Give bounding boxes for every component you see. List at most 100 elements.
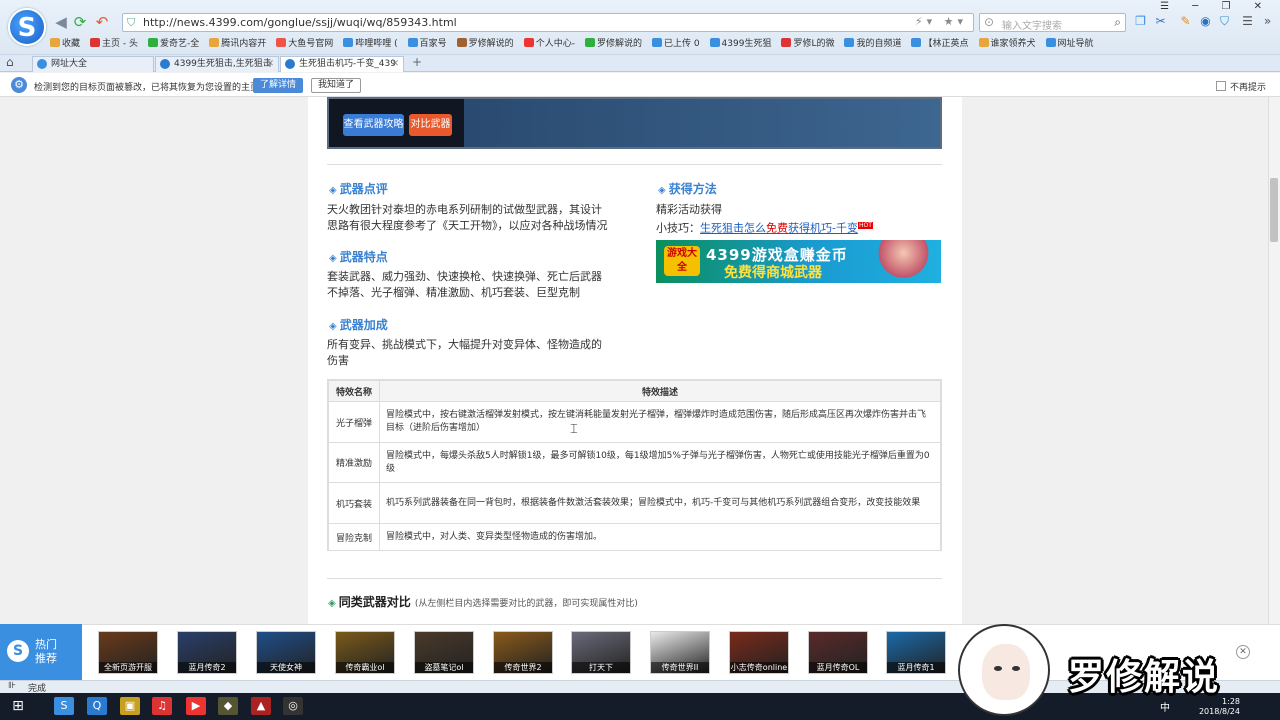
ime-indicator[interactable]: 中 — [1160, 699, 1170, 714]
game-tile[interactable]: 打天下 — [571, 631, 631, 674]
favorite-item[interactable]: 腾讯内容开 — [209, 36, 266, 49]
shield-guard-icon[interactable]: ⛉ — [1217, 14, 1232, 29]
more-icon[interactable]: » — [1260, 14, 1275, 29]
favorite-icon — [209, 38, 220, 47]
sogou-browser-icon[interactable]: S — [54, 697, 74, 715]
game-label: 小志传奇online — [730, 662, 788, 673]
favorite-item[interactable]: 已上传 0 — [651, 36, 700, 49]
game-tile[interactable]: 小志传奇online — [729, 631, 789, 674]
game-tile[interactable]: 传奇世界2 — [493, 631, 553, 674]
table-row: 光子榴弹 冒险模式中，按右键激活榴弹发射模式，按左键消耗能量发射光子榴弹，榴弹爆炸… — [328, 401, 941, 443]
game-tile[interactable]: 蓝月传奇1 — [886, 631, 946, 674]
game-label: 全新页游开服 — [99, 662, 157, 673]
refresh-icon[interactable]: ⟳ — [71, 13, 89, 31]
windows-start-icon[interactable]: ⊞ — [8, 697, 28, 715]
table-row: 冒险克制 冒险模式中，对人类、变异类型怪物造成的伤害增加。 — [328, 523, 941, 551]
favorite-item[interactable]: 我的自频道 — [844, 36, 901, 49]
weapon-guide-button[interactable]: 查看武器攻略 — [343, 114, 404, 136]
favorite-item[interactable]: 罗修解说的 — [456, 36, 514, 49]
s-logo-icon: S — [7, 640, 29, 662]
game-tile[interactable]: 盗墓笔记ol — [414, 631, 474, 674]
game-tile[interactable]: 传奇世界II — [650, 631, 710, 674]
home-icon[interactable]: ⌂ — [6, 55, 14, 69]
tab-bar: ⌂ 网址大全 4399生死狙击,生死狙击 ✕ 生死狙击机巧-千变_439 ✕ + — [0, 55, 1280, 72]
favorite-item[interactable]: 个人中心- — [523, 36, 575, 49]
diamond-icon: ◈ — [329, 253, 337, 264]
favorite-item[interactable]: 收藏 — [50, 36, 80, 49]
tip-link[interactable]: 生死狙击怎么免费获得机巧-千变 — [700, 222, 858, 235]
game-tile[interactable]: 蓝月传奇2 — [177, 631, 237, 674]
obs-icon[interactable]: ◎ — [283, 697, 303, 715]
wrench-icon[interactable]: ✎ — [1178, 14, 1193, 29]
tab-nav[interactable]: 网址大全 — [32, 56, 154, 72]
got-it-button[interactable]: 我知道了 — [311, 78, 361, 93]
status-icon: ⊪ — [8, 681, 16, 691]
favorite-item[interactable]: 爱奇艺-全 — [148, 36, 199, 49]
back-icon[interactable]: ◀ — [52, 13, 70, 31]
compare-heading: ◈ 同类武器对比 (从左侧栏目内选择需要对比的武器，即可实现属性对比) — [328, 595, 638, 609]
favorite-item[interactable]: 罗修解说的 — [584, 36, 642, 49]
favorite-icon — [407, 38, 418, 47]
undo-icon[interactable]: ↶ — [93, 13, 111, 31]
browser-logo[interactable]: S — [8, 8, 46, 46]
ad-character-image — [876, 240, 931, 283]
game-icon[interactable]: ◆ — [218, 697, 238, 715]
favorite-item[interactable]: 谁家领养犬 — [978, 36, 1036, 49]
game-label: 蓝月传奇OL — [809, 662, 867, 673]
favorite-icon — [90, 38, 101, 47]
features-heading: ◈ 武器特点 — [329, 250, 388, 264]
scrollbar-thumb[interactable] — [1270, 178, 1278, 242]
search-engine-icon[interactable]: ⊙ — [984, 15, 994, 29]
game-tile[interactable]: 传奇霸业ol — [335, 631, 395, 674]
game-tile[interactable]: 全新页游开服 — [98, 631, 158, 674]
game-tile[interactable]: 蓝月传奇OL — [808, 631, 868, 674]
compare-weapon-button[interactable]: 对比武器 — [409, 114, 452, 136]
favorite-item[interactable]: 百家号 — [407, 36, 447, 49]
url-text[interactable]: http://news.4399.com/gonglue/ssjj/wuqi/w… — [143, 16, 457, 29]
favorite-item[interactable]: 哔哩哔哩 ( — [343, 36, 398, 49]
folder-icon[interactable]: ▣ — [120, 697, 140, 715]
diamond-icon: ◈ — [328, 598, 336, 609]
favorite-item[interactable]: 4399生死狙 — [709, 36, 771, 49]
notice-message: 检测到您的目标页面被篡改，已将其恢复为您设置的主页。 — [34, 83, 269, 93]
menu-icon[interactable]: ☰ — [1240, 14, 1255, 29]
tab-4399[interactable]: 4399生死狙击,生死狙击 ✕ — [155, 56, 279, 72]
favorite-item[interactable]: 【林正英点 — [911, 36, 969, 49]
game-label: 天使女神 — [257, 662, 315, 673]
close-icon[interactable]: ✕ — [266, 57, 274, 71]
close-icon[interactable]: ✕ — [391, 57, 399, 71]
favorite-icon — [50, 38, 60, 47]
watermark-avatar — [958, 624, 1050, 716]
copy-icon[interactable]: ❐ — [1133, 14, 1148, 29]
favorite-item[interactable]: 主页 - 头 — [90, 36, 138, 49]
new-tab-icon[interactable]: + — [412, 55, 422, 69]
favorite-item[interactable]: 大鱼号官网 — [276, 36, 333, 49]
search-app-icon[interactable]: Q — [87, 697, 107, 715]
bonus-heading: ◈ 武器加成 — [329, 318, 388, 332]
game-tile[interactable]: 天使女神 — [256, 631, 316, 674]
address-bar[interactable]: ⛉ http://news.4399.com/gonglue/ssjj/wuqi… — [122, 13, 974, 32]
checkbox-icon[interactable] — [1216, 81, 1226, 91]
ad-banner[interactable]: 游戏大全 4399游戏盒赚金币 免费得商城武器 — [656, 240, 941, 283]
diamond-icon: ◈ — [658, 185, 666, 196]
watermark-text: 罗修解说 — [1068, 657, 1221, 698]
favorite-icon — [709, 38, 720, 47]
scissors-icon[interactable]: ✂ — [1153, 14, 1168, 29]
favorite-item[interactable]: 网址导航 — [1045, 36, 1094, 49]
search-box[interactable]: ⊙ 输入文字搜索 ⌕ — [979, 13, 1126, 32]
app-red-icon[interactable]: ▶ — [186, 697, 206, 715]
obtain-text: 精彩活动获得 — [656, 203, 722, 216]
netease-music-icon[interactable]: ♫ — [152, 697, 172, 715]
obtain-tip: 小技巧：生死狙击怎么免费获得机巧-千变HOT — [656, 221, 873, 235]
app-icon[interactable]: ▲ — [251, 697, 271, 715]
window-controls[interactable]: ☰ ─ ❐ ✕ — [1160, 1, 1272, 12]
dont-show-checkbox[interactable]: 不再提示 — [1216, 80, 1266, 93]
close-icon[interactable]: ✕ — [1236, 645, 1250, 659]
tab-active[interactable]: 生死狙击机巧-千变_439 ✕ — [280, 56, 404, 72]
learn-more-button[interactable]: 了解详情 — [253, 78, 303, 93]
app-icon[interactable]: ◉ — [1198, 14, 1213, 29]
diamond-icon: ◈ — [329, 321, 337, 332]
search-icon[interactable]: ⌕ — [1114, 15, 1121, 30]
address-actions-icon[interactable]: ⚡▾ ★▾ — [915, 15, 967, 28]
favorite-item[interactable]: 罗修L的微 — [781, 36, 834, 49]
